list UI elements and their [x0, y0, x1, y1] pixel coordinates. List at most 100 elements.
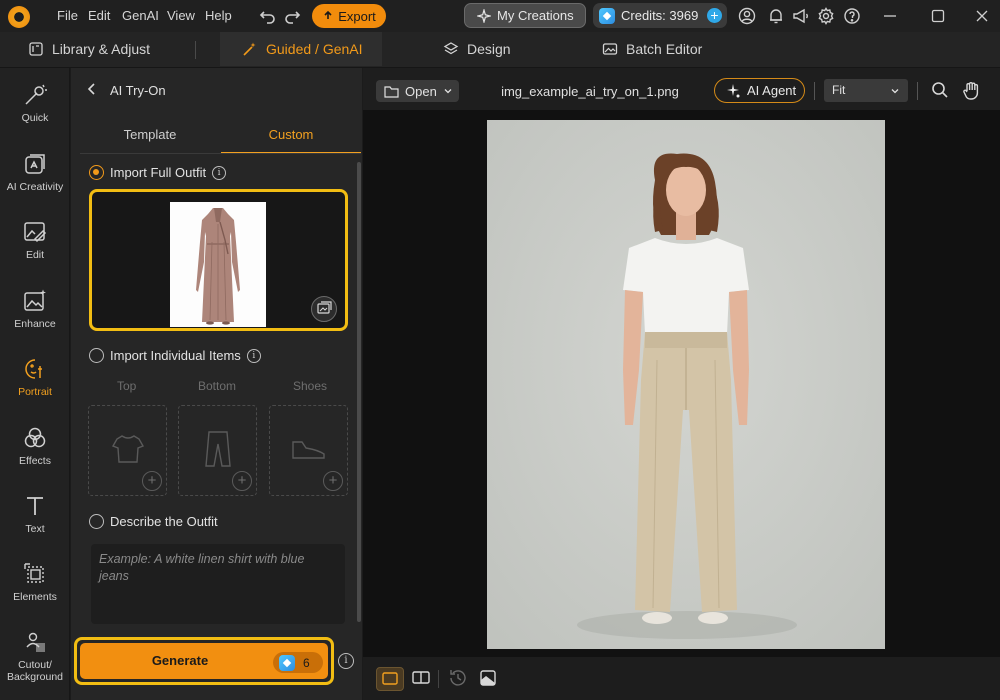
maximize-icon[interactable] [928, 6, 948, 26]
text-icon [27, 497, 43, 515]
credit-gem-icon [599, 7, 615, 24]
portrait-icon [25, 359, 42, 379]
hand-pan-icon[interactable] [961, 79, 983, 101]
canvas-photo[interactable] [487, 120, 885, 649]
zoom-search-icon[interactable] [930, 80, 950, 100]
mask-toggle-button[interactable] [476, 667, 504, 691]
app-logo [8, 6, 30, 28]
close-icon[interactable] [972, 6, 992, 26]
panel-title: AI Try-On [110, 83, 166, 98]
radio-import-full-outfit[interactable] [89, 165, 104, 180]
tab-template[interactable]: Template [80, 118, 220, 154]
radio-import-individual-items[interactable] [89, 348, 104, 363]
generate-button[interactable]: Generate 6 [74, 637, 334, 685]
ai-agent-icon [727, 83, 740, 97]
full-outfit-upload-box[interactable] [89, 189, 348, 331]
zoom-select[interactable]: Fit [824, 79, 908, 102]
rail-label-portrait: Portrait [18, 386, 52, 398]
tab-custom[interactable]: Custom [221, 118, 361, 154]
tab-guided-genai[interactable]: Guided / GenAI [220, 32, 382, 66]
single-view-button[interactable] [376, 667, 404, 691]
edit-image-icon [24, 222, 47, 243]
model-photo [487, 120, 885, 649]
dress-image [170, 202, 266, 327]
generate-cost-value: 6 [303, 655, 310, 670]
menu-genai[interactable]: GenAI [122, 8, 159, 23]
back-chevron-icon[interactable] [84, 81, 100, 97]
rail-item-effects[interactable]: Effects [0, 425, 70, 467]
rail-item-elements[interactable]: Elements [0, 561, 70, 603]
enhance-image-icon [24, 289, 46, 311]
shoe-icon [292, 441, 325, 459]
describe-outfit-label: Describe the Outfit [110, 514, 218, 529]
menu-help[interactable]: Help [205, 8, 232, 23]
notification-bell-icon[interactable] [766, 6, 786, 26]
cutout-icon [26, 632, 45, 652]
magic-wand-icon [25, 84, 47, 105]
rail-item-portrait[interactable]: Portrait [0, 356, 70, 398]
history-icon [450, 670, 466, 686]
announcement-icon[interactable] [791, 6, 811, 26]
rail-label-background: Background [6, 671, 64, 683]
column-label-top: Top [117, 379, 137, 393]
account-icon[interactable] [737, 6, 757, 26]
info-icon[interactable]: i [212, 165, 227, 180]
tab-batch-editor-label: Batch Editor [626, 41, 703, 57]
generate-cost-badge: 6 [273, 652, 323, 673]
settings-gear-icon[interactable] [816, 6, 836, 26]
open-button[interactable]: Open [376, 80, 459, 102]
rail-item-enhance[interactable]: Enhance [0, 288, 70, 330]
slot-bottom[interactable]: + [178, 405, 257, 496]
minimize-icon[interactable] [880, 6, 900, 26]
open-label: Open [405, 83, 437, 99]
menu-file[interactable]: File [57, 8, 78, 23]
sparkle-icon [477, 8, 491, 23]
tab-design[interactable]: Design [443, 32, 523, 66]
add-shoes-icon[interactable]: + [323, 471, 343, 491]
credits-badge[interactable]: Credits: 3969 + [593, 3, 727, 28]
tab-batch-editor[interactable]: Batch Editor [602, 32, 712, 66]
info-icon[interactable]: i [246, 348, 261, 363]
radio-describe-outfit[interactable] [89, 514, 104, 529]
chevron-down-icon [891, 89, 899, 94]
panel-scrollbar[interactable] [357, 162, 361, 622]
generate-info-icon[interactable]: i [338, 653, 354, 669]
undo-icon[interactable] [258, 6, 278, 26]
import-individual-label: Import Individual Items [110, 348, 241, 363]
ai-agent-button[interactable]: AI Agent [714, 78, 805, 103]
outfit-image [170, 202, 266, 327]
rail-item-text[interactable]: Text [0, 493, 70, 535]
rail-label-ai-creativity: AI Creativity [6, 181, 64, 193]
add-credits-icon[interactable]: + [707, 8, 722, 23]
option-describe-outfit[interactable]: Describe the Outfit [89, 514, 218, 529]
add-top-icon[interactable]: + [142, 471, 162, 491]
help-icon[interactable] [842, 6, 862, 26]
option-import-individual-items[interactable]: Import Individual Items i [89, 348, 261, 363]
redo-icon[interactable] [282, 6, 302, 26]
export-button[interactable]: Export [312, 4, 386, 28]
rail-item-ai-creativity[interactable]: AI Creativity [0, 151, 70, 193]
rail-item-quick[interactable]: Quick [0, 82, 70, 124]
outfit-description-textarea[interactable]: Example: A white linen shirt with blue j… [91, 544, 345, 624]
rail-item-edit[interactable]: Edit [0, 219, 70, 261]
rail-label-quick: Quick [21, 112, 49, 124]
slot-shoes[interactable]: + [269, 405, 348, 496]
menu-view[interactable]: View [167, 8, 195, 23]
option-import-full-outfit[interactable]: Import Full Outfit i [89, 165, 227, 180]
rail-label-enhance: Enhance [14, 318, 56, 330]
history-button[interactable] [446, 667, 474, 691]
my-creations-button[interactable]: My Creations [464, 3, 586, 28]
compare-view-button[interactable] [408, 667, 436, 691]
tab-design-label: Design [467, 41, 511, 57]
slot-top[interactable]: + [88, 405, 167, 496]
add-bottom-icon[interactable]: + [232, 471, 252, 491]
menu-edit[interactable]: Edit [88, 8, 110, 23]
file-name: img_example_ai_try_on_1.png [501, 84, 679, 99]
shirt-icon [111, 435, 145, 463]
replace-image-button[interactable] [311, 296, 337, 322]
rail-item-cutout-background[interactable]: Cutout/ Background [0, 629, 70, 683]
zoom-value: Fit [832, 83, 846, 97]
tab-library-adjust[interactable]: Library & Adjust [28, 32, 158, 66]
folder-icon [384, 85, 399, 98]
credit-gem-icon [279, 654, 295, 671]
